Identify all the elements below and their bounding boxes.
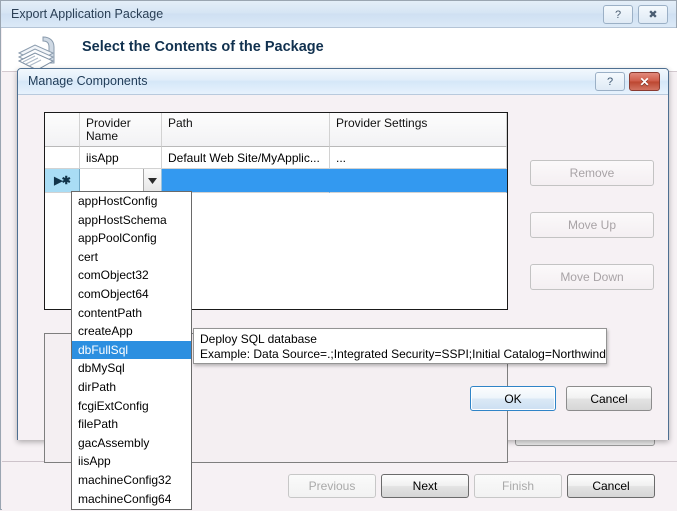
next-button[interactable]: Next — [381, 474, 469, 498]
previous-button[interactable]: Previous — [288, 474, 376, 498]
row-indicator[interactable] — [45, 147, 80, 169]
close-icon-glyph: ✖ — [648, 9, 658, 21]
dialog-help-icon-glyph: ? — [606, 75, 614, 88]
dropdown-item[interactable]: dbMySql — [72, 359, 191, 378]
close-icon[interactable]: ✖ — [638, 5, 668, 24]
grid-header-row: Provider Name Path Provider Settings — [45, 113, 507, 147]
help-icon-glyph: ? — [614, 8, 622, 21]
dropdown-item[interactable]: appHostConfig — [72, 192, 191, 211]
cancel-button[interactable]: Cancel — [567, 474, 655, 498]
dropdown-item[interactable]: iisApp — [72, 452, 191, 471]
cell-path[interactable]: Default Web Site/MyApplic... — [162, 147, 330, 169]
page-title: Select the Contents of the Package — [82, 39, 324, 55]
grid-header-select — [45, 113, 80, 147]
wizard-title-bar: Export Application Package ? ✖ — [1, 1, 676, 28]
dialog-title-bar: Manage Components ? ✕ — [18, 69, 668, 95]
provider-name-combobox[interactable] — [80, 169, 162, 193]
table-row[interactable]: iisApp Default Web Site/MyApplic... ... — [45, 147, 507, 169]
grid-header-path[interactable]: Path — [162, 113, 330, 147]
dropdown-item[interactable]: appHostSchema — [72, 211, 191, 230]
table-row-new[interactable]: ▶✱ — [45, 169, 507, 193]
wizard-header-band: Select the Contents of the Package — [2, 28, 677, 71]
cell-provider-name[interactable]: iisApp — [80, 147, 162, 169]
dialog-close-icon[interactable]: ✕ — [629, 72, 660, 91]
dropdown-item[interactable]: gacAssembly — [72, 434, 191, 453]
move-down-button[interactable]: Move Down — [530, 264, 654, 290]
dialog-title-text: Manage Components — [28, 74, 148, 88]
provider-tooltip: Deploy SQL database Example: Data Source… — [193, 328, 607, 364]
grid-header-provider-name[interactable]: Provider Name — [80, 113, 162, 147]
dropdown-item[interactable]: comObject32 — [72, 266, 191, 285]
tooltip-line-2: Example: Data Source=.;Integrated Securi… — [200, 347, 606, 361]
dropdown-item[interactable]: appPoolConfig — [72, 229, 191, 248]
provider-name-dropdown-list[interactable]: appHostConfig appHostSchema appPoolConfig c… — [71, 191, 192, 510]
cell-provider-settings[interactable]: ... — [330, 147, 507, 169]
new-row-indicator[interactable]: ▶✱ — [45, 169, 80, 193]
dropdown-item[interactable]: cert — [72, 248, 191, 267]
wizard-title-text: Export Application Package — [11, 7, 164, 21]
chevron-down-icon[interactable] — [143, 169, 161, 192]
dropdown-item[interactable]: fcgiExtConfig — [72, 397, 191, 416]
dropdown-item[interactable]: dirPath — [72, 378, 191, 397]
dropdown-item[interactable]: filePath — [72, 415, 191, 434]
dropdown-item[interactable]: dbFullSql — [72, 340, 191, 360]
help-icon[interactable]: ? — [603, 5, 633, 24]
dropdown-item[interactable]: machineConfig64 — [72, 490, 191, 509]
finish-button[interactable]: Finish — [474, 474, 562, 498]
move-up-button[interactable]: Move Up — [530, 212, 654, 238]
package-icon — [17, 36, 55, 71]
ok-button[interactable]: OK — [470, 386, 556, 411]
dialog-help-icon[interactable]: ? — [595, 72, 625, 91]
new-cell-provider-settings[interactable] — [330, 169, 507, 193]
dropdown-item[interactable]: comObject64 — [72, 285, 191, 304]
new-cell-path[interactable] — [162, 169, 330, 193]
dropdown-item[interactable]: contentPath — [72, 304, 191, 323]
dropdown-item[interactable]: machineConfig32 — [72, 471, 191, 490]
tooltip-line-1: Deploy SQL database — [200, 332, 317, 346]
chevron-down-glyph — [148, 177, 157, 184]
dropdown-item[interactable]: createApp — [72, 322, 191, 341]
dialog-cancel-button[interactable]: Cancel — [566, 386, 652, 411]
remove-button[interactable]: Remove — [530, 160, 654, 186]
dialog-close-icon-glyph: ✕ — [639, 74, 650, 89]
grid-header-provider-settings[interactable]: Provider Settings — [330, 113, 507, 147]
